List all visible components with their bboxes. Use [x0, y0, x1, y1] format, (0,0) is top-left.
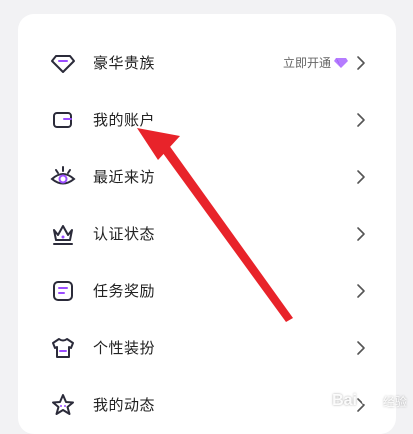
chevron-right-icon — [356, 226, 366, 242]
chevron-right-icon — [356, 112, 366, 128]
open-now-label: 立即开通 — [282, 56, 331, 70]
menu-item-label: 我的动态 — [93, 396, 156, 414]
menu-item-label: 我的账户 — [93, 111, 156, 129]
open-now-link[interactable]: 立即开通 — [283, 54, 348, 71]
menu-item-luxury-noble[interactable]: 豪华贵族 立即开通 — [18, 34, 396, 91]
watermark-text: Bai — [332, 392, 357, 409]
menu-item-recent-visitors[interactable]: 最近来访 — [18, 148, 396, 205]
shirt-icon — [50, 335, 76, 361]
task-icon — [50, 278, 76, 304]
crown-icon — [50, 221, 76, 247]
eye-icon — [50, 164, 76, 190]
wallet-icon — [50, 107, 76, 133]
menu-item-label: 任务奖励 — [93, 282, 156, 300]
menu-item-label: 认证状态 — [93, 225, 156, 243]
watermark-sub: 经验 — [382, 394, 407, 409]
menu-item-label: 个性装扮 — [93, 339, 156, 357]
diamond-icon — [50, 50, 76, 76]
menu-item-label: 最近来访 — [93, 168, 156, 186]
purple-diamond-icon — [334, 57, 348, 68]
chevron-right-icon — [356, 169, 366, 185]
chevron-right-icon — [356, 283, 366, 299]
chevron-right-icon — [356, 340, 366, 356]
settings-menu-card: 豪华贵族 立即开通 我的账户 最近来访 认证状态 任务奖励 个性装扮 我的动态 — [18, 14, 396, 434]
menu-item-personal-dressup[interactable]: 个性装扮 — [18, 319, 396, 376]
menu-item-label: 豪华贵族 — [93, 54, 156, 72]
menu-item-verification-status[interactable]: 认证状态 — [18, 205, 396, 262]
paw-icon — [361, 394, 378, 409]
baidu-watermark: Bai 经验 — [332, 392, 407, 410]
menu-item-my-account[interactable]: 我的账户 — [18, 91, 396, 148]
menu-item-task-rewards[interactable]: 任务奖励 — [18, 262, 396, 319]
chevron-right-icon — [356, 55, 366, 71]
